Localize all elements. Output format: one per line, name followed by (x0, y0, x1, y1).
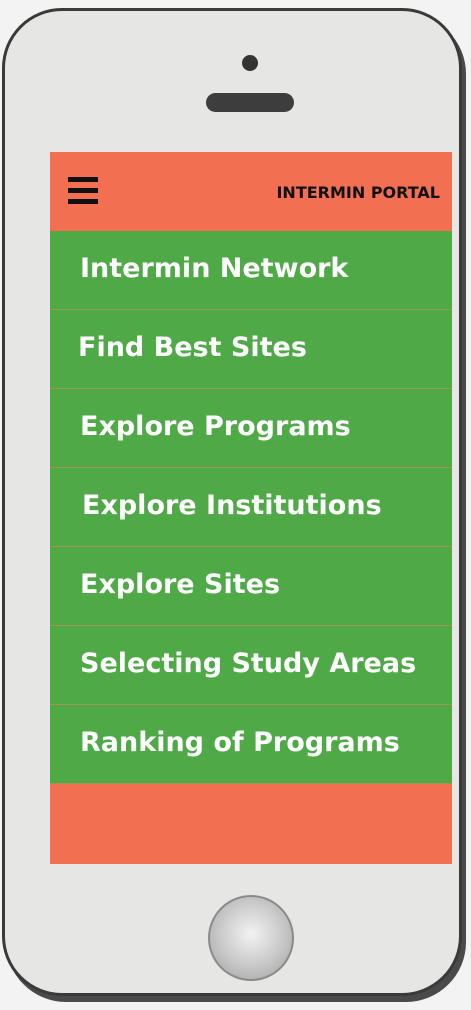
hamburger-bar (68, 177, 98, 182)
hamburger-bar (68, 188, 98, 193)
app-screen: INTERMIN PORTAL Intermin Network Find Be… (50, 152, 452, 864)
menu-item-intermin-network[interactable]: Intermin Network (50, 231, 452, 310)
phone-frame: INTERMIN PORTAL Intermin Network Find Be… (2, 8, 462, 996)
menu-item-selecting-study-areas[interactable]: Selecting Study Areas (50, 626, 452, 705)
menu-item-find-best-sites[interactable]: Find Best Sites (50, 310, 452, 389)
home-button[interactable] (208, 895, 294, 981)
hamburger-bar (68, 199, 98, 204)
menu-item-explore-institutions[interactable]: Explore Institutions (50, 468, 452, 547)
phone-speaker (206, 93, 294, 112)
menu-item-explore-programs[interactable]: Explore Programs (50, 389, 452, 468)
menu-item-explore-sites[interactable]: Explore Sites (50, 547, 452, 626)
app-header: INTERMIN PORTAL (50, 152, 452, 231)
menu-item-ranking-of-programs[interactable]: Ranking of Programs (50, 705, 452, 784)
hamburger-menu-icon[interactable] (68, 177, 98, 205)
page-title: INTERMIN PORTAL (276, 183, 440, 202)
nav-menu: Intermin Network Find Best Sites Explore… (50, 231, 452, 784)
phone-camera (242, 55, 258, 71)
